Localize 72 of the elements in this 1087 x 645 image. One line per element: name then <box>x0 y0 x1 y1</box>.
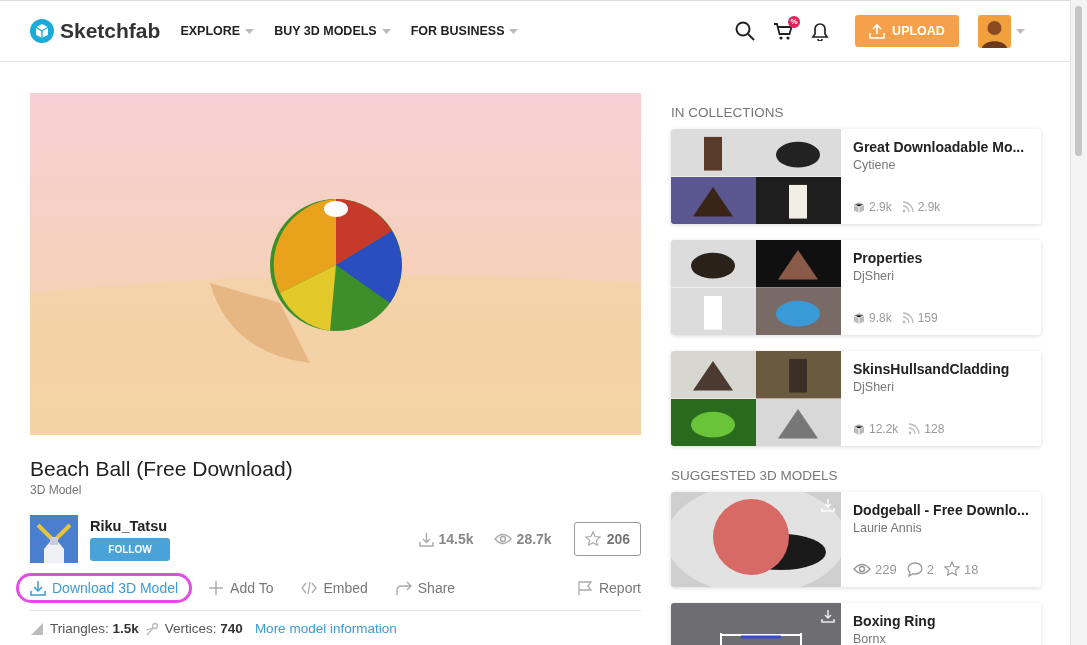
rss-icon <box>901 201 914 213</box>
like-count: 18 <box>963 561 979 577</box>
like-button[interactable]: 206 <box>573 522 641 556</box>
rss-icon <box>908 423 921 435</box>
rss-icon <box>901 312 914 324</box>
triangle-icon <box>30 621 44 636</box>
model-card[interactable]: Dodgeball - Free Downlo... Laurie Annis 229 2 18 <box>671 492 1041 587</box>
comment-icon <box>906 561 923 577</box>
download-icon <box>418 531 434 547</box>
caret-icon <box>509 28 519 34</box>
add-action[interactable]: Add To <box>208 576 274 600</box>
collection-author[interactable]: DjSheri <box>853 269 1029 283</box>
collection-author[interactable]: DjSheri <box>853 380 1029 394</box>
eye-icon <box>853 563 871 575</box>
model-count: 12.2k <box>869 422 899 436</box>
caret-icon[interactable] <box>1016 28 1025 34</box>
collection-card[interactable]: Properties DjSheri 9.8k 159 <box>671 240 1041 335</box>
model-card-author[interactable]: Bornx <box>853 632 1029 645</box>
triangle-count: Triangles: 1.5k <box>50 621 139 636</box>
star-icon <box>943 561 960 577</box>
model-title: Beach Ball (Free Download) <box>30 457 294 481</box>
star-icon <box>584 531 601 547</box>
comment-count: 2 <box>926 561 934 577</box>
search-icon[interactable] <box>735 21 755 41</box>
flag-icon <box>576 580 593 596</box>
section-heading: IN COLLECTIONS <box>671 105 785 120</box>
sale-badge: % <box>788 15 800 28</box>
report-action[interactable]: Report <box>576 576 641 600</box>
view-count: 28.7k <box>516 531 552 547</box>
follower-count: 128 <box>924 422 945 436</box>
model-type: 3D Model <box>30 483 83 497</box>
bell-icon[interactable] <box>811 21 829 41</box>
collection-card[interactable]: Great Downloadable Mo... Cytiene 2.9k 2.9k <box>671 129 1041 224</box>
model-card[interactable]: Boxing Ring Bornx <box>671 603 1041 645</box>
share-arrow-icon <box>395 580 412 596</box>
cube-icon <box>853 311 865 325</box>
upload-icon <box>869 23 886 39</box>
logo-text[interactable]: Sketchfab <box>60 19 161 43</box>
section-heading: SUGGESTED 3D MODELS <box>671 468 839 483</box>
nav-menu[interactable]: EXPLORE <box>180 24 255 38</box>
plus-icon <box>208 580 225 596</box>
vertex-icon <box>144 621 159 636</box>
cube-logo-icon <box>30 19 54 43</box>
caret-icon <box>381 28 391 34</box>
model-card-title[interactable]: Boxing Ring <box>853 613 1029 629</box>
follower-count: 159 <box>917 311 938 325</box>
scroll-thumb[interactable] <box>1075 6 1082 156</box>
download-icon[interactable] <box>821 609 835 623</box>
download-icon <box>30 580 46 596</box>
cube-icon <box>853 200 865 214</box>
nav-label[interactable]: EXPLORE <box>180 24 241 38</box>
cube-icon <box>853 422 865 436</box>
embed-action[interactable]: Embed <box>301 576 368 600</box>
view-count: 229 <box>875 561 897 577</box>
author-name[interactable]: Riku_Tatsu <box>90 517 170 534</box>
collection-card[interactable]: SkinsHullsandCladding DjSheri 12.2k 128 <box>671 351 1041 446</box>
eye-icon <box>493 533 512 545</box>
collection-title[interactable]: Great Downloadable Mo... <box>853 139 1029 155</box>
code-icon <box>301 580 318 596</box>
caret-icon <box>245 28 255 34</box>
collection-title[interactable]: Properties <box>853 250 1029 266</box>
model-count: 2.9k <box>869 200 892 214</box>
collection-title[interactable]: SkinsHullsandCladding <box>853 361 1029 377</box>
model-count: 9.8k <box>869 311 892 325</box>
collection-author[interactable]: Cytiene <box>853 158 1029 172</box>
vertex-count: Vertices: 740 <box>164 621 243 636</box>
model-card-author[interactable]: Laurie Annis <box>853 521 1029 535</box>
share-action[interactable]: Share <box>395 576 456 600</box>
download-count: 14.5k <box>438 531 474 547</box>
model-card-title[interactable]: Dodgeball - Free Downlo... <box>853 502 1029 518</box>
scrollbar[interactable] <box>1070 0 1087 645</box>
follower-count: 2.9k <box>917 200 941 214</box>
